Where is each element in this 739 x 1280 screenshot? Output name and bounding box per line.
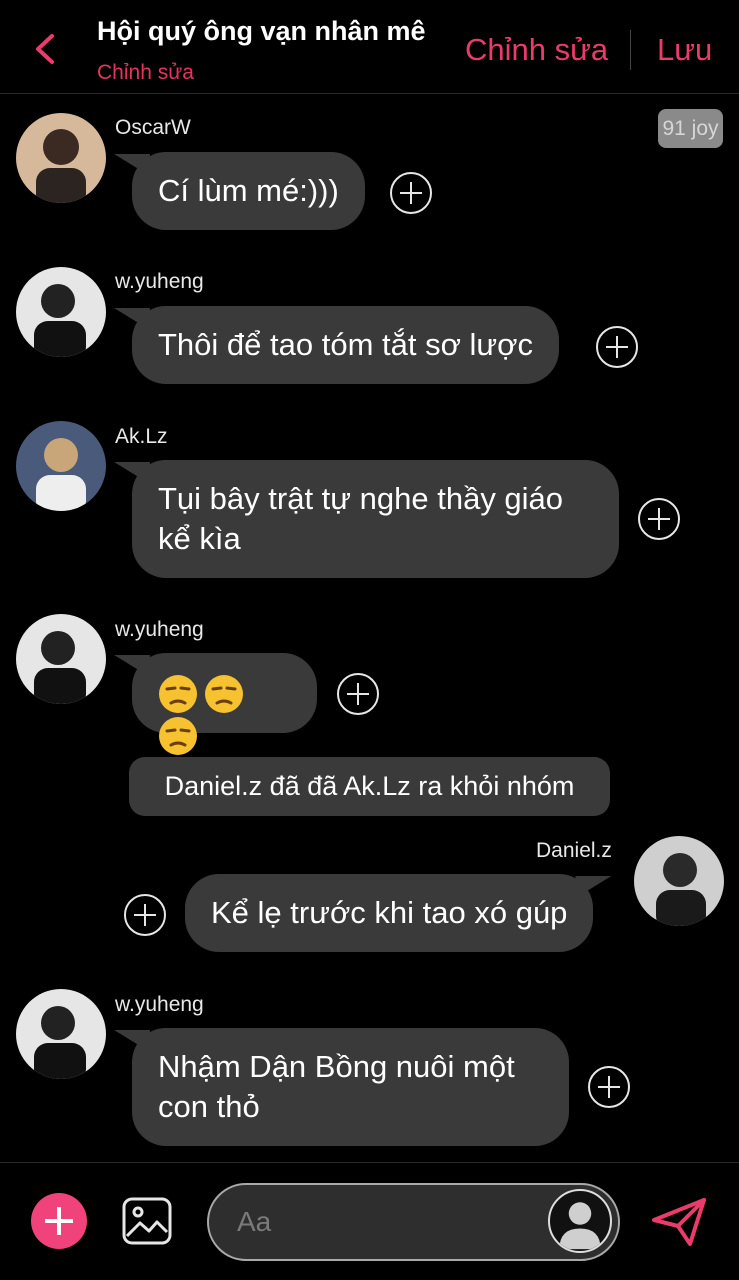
send-icon[interactable] xyxy=(650,1196,708,1248)
add-reaction-icon[interactable] xyxy=(390,172,432,214)
unamused-face-icon xyxy=(205,674,243,713)
message-sender: w.yuheng xyxy=(115,993,204,1016)
avatar-wyuheng[interactable] xyxy=(16,989,106,1079)
add-plus-button[interactable] xyxy=(31,1193,87,1249)
back-chevron-icon[interactable] xyxy=(30,32,60,66)
edit-button[interactable]: Chỉnh sửa xyxy=(465,32,608,68)
message-bubble[interactable]: Cí lùm mé:))) xyxy=(132,152,365,230)
message-sender: Ak.Lz xyxy=(115,425,168,448)
message-input[interactable] xyxy=(237,1185,537,1259)
header-divider xyxy=(630,30,631,70)
joy-badge: 91 joy xyxy=(658,109,723,148)
composer-bar xyxy=(0,1162,739,1280)
avatar-oscarw[interactable] xyxy=(16,113,106,203)
profile-silhouette-icon[interactable] xyxy=(548,1189,612,1253)
unamused-face-icon xyxy=(159,674,197,713)
add-reaction-icon[interactable] xyxy=(588,1066,630,1108)
unamused-face-icon xyxy=(159,716,197,755)
image-gallery-icon[interactable] xyxy=(121,1196,173,1246)
avatar-wyuheng[interactable] xyxy=(16,267,106,357)
message-sender: w.yuheng xyxy=(115,618,204,641)
add-reaction-icon[interactable] xyxy=(596,326,638,368)
avatar-aklz[interactable] xyxy=(16,421,106,511)
chat-subtitle[interactable]: Chỉnh sửa xyxy=(97,61,194,85)
message-bubble[interactable]: Thôi để tao tóm tắt sơ lược xyxy=(132,306,559,384)
add-reaction-icon[interactable] xyxy=(638,498,680,540)
message-sender: Daniel.z xyxy=(536,839,612,862)
message-bubble[interactable] xyxy=(132,653,317,755)
save-button[interactable]: Lưu xyxy=(657,32,712,68)
system-notice: Daniel.z đã đã Ak.Lz ra khỏi nhóm xyxy=(129,757,610,816)
chat-title: Hội quý ông vạn nhân mê xyxy=(97,16,426,46)
message-bubble[interactable]: Nhậm Dận Bồng nuôi một con thỏ xyxy=(132,1028,569,1146)
avatar-wyuheng[interactable] xyxy=(16,614,106,704)
message-input-field[interactable] xyxy=(207,1183,620,1261)
chat-header: Hội quý ông vạn nhân mê Chỉnh sửa Chỉnh … xyxy=(0,0,739,94)
add-reaction-icon[interactable] xyxy=(124,894,166,936)
message-sender: w.yuheng xyxy=(115,270,204,293)
message-sender: OscarW xyxy=(115,116,191,139)
add-reaction-icon[interactable] xyxy=(337,673,379,715)
message-bubble[interactable]: Tụi bây trật tự nghe thầy giáo kể kìa xyxy=(132,460,619,578)
message-bubble[interactable]: Kể lẹ trước khi tao xó gúp xyxy=(185,874,594,952)
avatar-danielz[interactable] xyxy=(634,836,724,926)
